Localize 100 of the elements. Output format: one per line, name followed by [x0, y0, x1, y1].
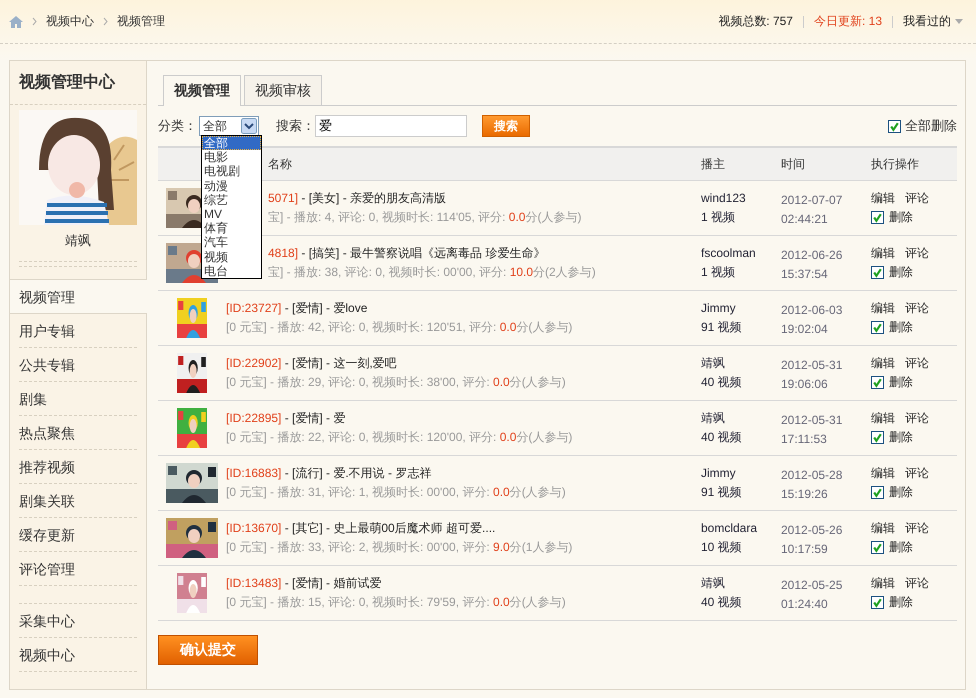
host-name[interactable]: wind123	[701, 191, 746, 205]
host-name[interactable]: 靖飒	[701, 411, 725, 425]
edit-link[interactable]: 编辑	[871, 299, 895, 318]
comment-link[interactable]: 评论	[905, 189, 929, 208]
delete-label: 删除	[889, 319, 913, 336]
sidebar-item[interactable]: 视频中心	[19, 638, 137, 672]
comment-link[interactable]: 评论	[905, 519, 929, 538]
checkbox[interactable]	[871, 211, 884, 224]
video-meta: [0 元宝] - 播放: 31, 评论: 1, 视频时长: 00'00, 评分: 0.0分(人参与)	[226, 485, 566, 499]
host-name[interactable]: fscoolman	[701, 246, 756, 260]
edit-link[interactable]: 编辑	[871, 409, 895, 428]
caret-icon	[955, 19, 963, 24]
upload-time: 19:06:06	[781, 377, 828, 391]
dropdown-option[interactable]: 电视剧	[202, 164, 261, 179]
column-header: 播主	[701, 156, 725, 170]
video-title: [ID:23727] - [爱情] - 爱love	[226, 301, 368, 315]
sidebar-item[interactable]: 剧集关联	[19, 484, 137, 518]
delete-label: 删除	[889, 594, 913, 611]
sidebar-item[interactable]: 评论管理	[19, 552, 137, 586]
upload-time: 15:37:54	[781, 267, 828, 281]
dropdown-option[interactable]: 电影	[202, 150, 261, 164]
breadcrumb-link[interactable]: 视频管理	[117, 13, 165, 30]
host-name[interactable]: Jimmy	[701, 301, 736, 315]
sidebar-item[interactable]: 剧集	[19, 382, 137, 416]
checkbox[interactable]	[871, 541, 884, 554]
video-title: [ID:22895] - [爱情] - 爱	[226, 411, 346, 425]
video-title: [ID:16883] - [流行] - 爱.不用说 - 罗志祥	[226, 466, 432, 480]
comment-link[interactable]: 评论	[905, 574, 929, 593]
search-field[interactable]: 爱	[315, 115, 467, 137]
dropdown-option[interactable]: 全部	[202, 136, 261, 150]
video-meta: [0 元宝] - 播放: 15, 评论: 0, 视频时长: 79'59, 评分: 0.0分(人参与)	[226, 595, 566, 609]
user-name: 靖飒	[65, 232, 91, 250]
edit-link[interactable]: 编辑	[871, 574, 895, 593]
video-meta: [0 元宝] - 播放: 33, 评论: 2, 视频时长: 00'00, 评分: 9.0分(1人参与)	[226, 540, 572, 554]
host-video-count: 1 视频	[701, 265, 736, 279]
comment-link[interactable]: 评论	[905, 244, 929, 263]
dropdown-option[interactable]: 汽车	[202, 235, 261, 250]
video-title: 4818] - [搞笑] - 最牛警察说唱《远离毒品 珍爱生命》	[268, 246, 546, 260]
upload-time: 19:02:04	[781, 322, 828, 336]
delete-label: 删除	[889, 484, 913, 501]
edit-link[interactable]: 编辑	[871, 189, 895, 208]
sidebar-item[interactable]: 缓存更新	[19, 518, 137, 552]
edit-link[interactable]: 编辑	[871, 354, 895, 373]
checkbox[interactable]	[871, 376, 884, 389]
host-name[interactable]: Jimmy	[701, 466, 736, 480]
video-title: [ID:22902] - [爱情] - 这一刻,爱吧	[226, 356, 397, 370]
comment-link[interactable]: 评论	[905, 409, 929, 428]
comment-link[interactable]: 评论	[905, 354, 929, 373]
checkbox[interactable]	[888, 120, 901, 132]
video-meta: 宝] - 播放: 38, 评论: 0, 视频时长: 00'00, 评分: 10.0分(2人参与)	[268, 265, 596, 279]
checkbox[interactable]	[871, 596, 884, 609]
dropdown-option[interactable]: 视频	[202, 250, 261, 264]
dropdown-option[interactable]: 体育	[202, 221, 261, 236]
comment-link[interactable]: 评论	[905, 299, 929, 318]
tab[interactable]: 视频管理	[163, 75, 241, 106]
column-header: 时间	[781, 156, 805, 170]
breadcrumb-link[interactable]: 视频中心	[46, 13, 94, 30]
checkbox[interactable]	[871, 431, 884, 444]
upload-date: 2012-06-26	[781, 248, 842, 262]
checkbox[interactable]	[871, 321, 884, 334]
dropdown-option[interactable]: 动漫	[202, 178, 261, 193]
edit-link[interactable]: 编辑	[871, 464, 895, 483]
video-meta: [0 元宝] - 播放: 29, 评论: 0, 视频时长: 38'00, 评分: 0.0分(人参与)	[226, 375, 566, 389]
delete-label: 删除	[889, 429, 913, 446]
total-count: 视频总数: 757	[718, 13, 793, 30]
upload-date: 2012-05-26	[781, 523, 842, 537]
chevron-icon	[32, 17, 37, 26]
edit-link[interactable]: 编辑	[871, 519, 895, 538]
delete-label: 删除	[889, 264, 913, 281]
checkbox[interactable]	[871, 266, 884, 279]
sidebar-item[interactable]: 采集中心	[19, 604, 137, 638]
tab[interactable]: 视频审核	[244, 75, 322, 105]
host-video-count: 40 视频	[701, 430, 742, 444]
upload-date: 2012-06-03	[781, 303, 842, 317]
column-header: 执行操作	[871, 156, 919, 170]
comment-link[interactable]: 评论	[905, 464, 929, 483]
sidebar-item[interactable]: 热点聚焦	[19, 416, 137, 450]
sidebar-item[interactable]: 推荐视频	[19, 450, 137, 484]
upload-time: 15:19:26	[781, 487, 828, 501]
sidebar-item[interactable]: 用户专辑	[19, 314, 137, 348]
host-video-count: 91 视频	[701, 485, 742, 499]
host-name[interactable]: 靖飒	[701, 356, 725, 370]
host-name[interactable]: bomcldara	[701, 521, 758, 535]
dropdown-option[interactable]: 电台	[202, 264, 261, 278]
video-title: 5071] - [美女] - 亲爱的朋友高清版	[268, 191, 446, 205]
video-title: [ID:13483] - [爱情] - 婚前试爱	[226, 576, 382, 590]
dropdown-option[interactable]: 综艺	[202, 192, 261, 207]
sidebar-item[interactable]: 视频管理	[10, 280, 147, 314]
category-select[interactable]: 全部	[199, 116, 259, 136]
host-name[interactable]: 靖飒	[701, 576, 725, 590]
sidebar-item[interactable]: 公共专辑	[19, 348, 137, 382]
delete-label: 删除	[889, 374, 913, 391]
host-video-count: 40 视频	[701, 595, 742, 609]
edit-link[interactable]: 编辑	[871, 244, 895, 263]
chevron-icon	[103, 17, 108, 26]
upload-date: 2012-05-25	[781, 578, 842, 592]
video-meta: 宝] - 播放: 4, 评论: 0, 视频时长: 114'05, 评分: 0.0分(人参与)	[268, 210, 582, 224]
checkbox[interactable]	[871, 486, 884, 499]
dropdown-option[interactable]: MV	[202, 206, 261, 222]
history-menu[interactable]: 我看过的	[903, 13, 963, 30]
